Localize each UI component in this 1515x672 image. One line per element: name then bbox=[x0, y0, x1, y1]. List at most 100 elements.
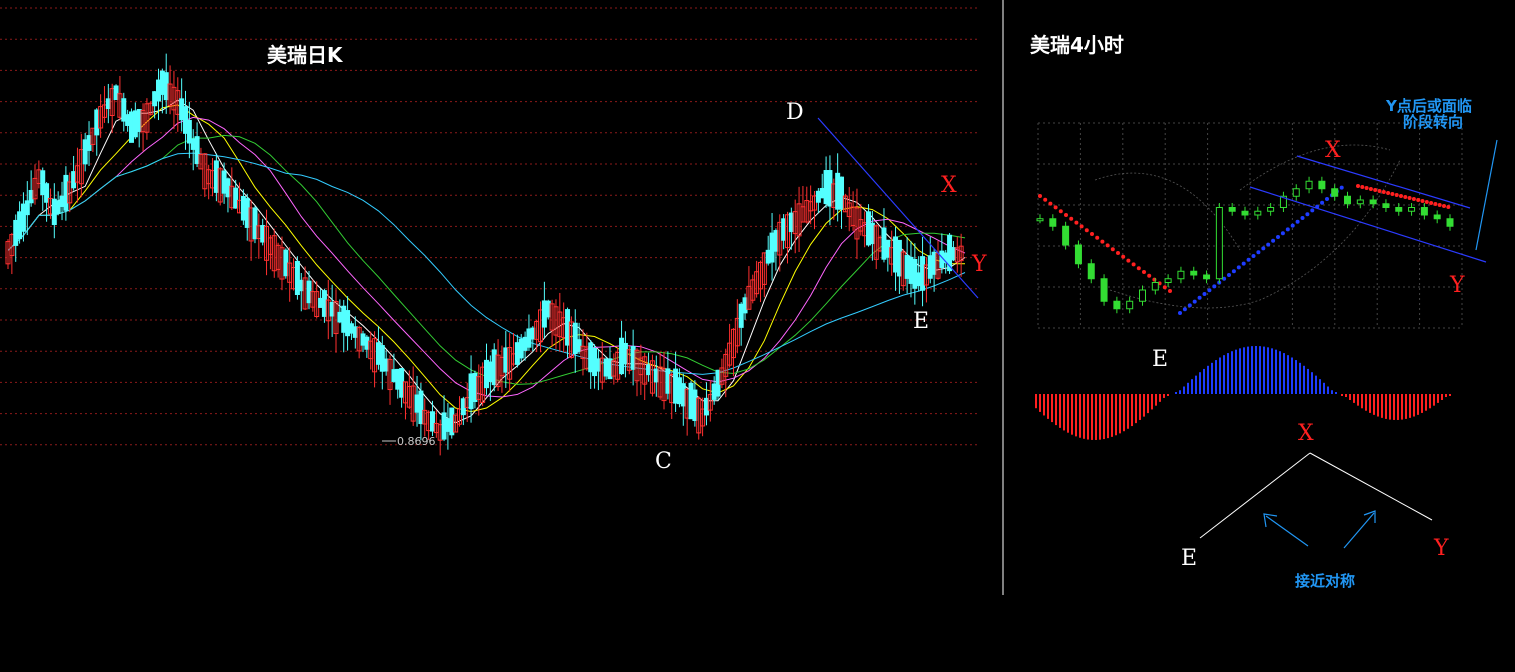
sar-dot-blue bbox=[1207, 288, 1212, 293]
candle-body bbox=[1292, 188, 1300, 197]
candle-body bbox=[1126, 300, 1134, 310]
sar-dot-blue bbox=[1197, 295, 1202, 300]
sar-dot-blue bbox=[1266, 242, 1271, 247]
sar-dot-red bbox=[1381, 190, 1386, 194]
sar-dot-red bbox=[1442, 204, 1446, 208]
sar-dot-red bbox=[1377, 189, 1382, 193]
sar-dot-red bbox=[1446, 205, 1451, 209]
point-label-e-right: E bbox=[1152, 347, 1168, 372]
right-candles bbox=[1036, 176, 1454, 314]
candle-body bbox=[1356, 199, 1364, 205]
sar-dot-red bbox=[1043, 197, 1048, 202]
note-line-2: 阶段转向 bbox=[1403, 113, 1463, 131]
sar-dot-red bbox=[1356, 184, 1360, 188]
sar-dot-red bbox=[1038, 194, 1042, 198]
candle-body bbox=[1215, 207, 1223, 280]
sar-dot-red bbox=[1116, 251, 1120, 255]
sar-dot-red bbox=[1110, 247, 1115, 252]
candle-body bbox=[1305, 180, 1313, 190]
right-chart-title: 美瑞4小时 bbox=[1030, 33, 1124, 57]
sar-dot-red bbox=[1105, 243, 1110, 248]
candle-body bbox=[1074, 244, 1082, 265]
sar-dot-red bbox=[1364, 186, 1369, 190]
candle-body bbox=[1408, 207, 1416, 212]
candle-body bbox=[1331, 188, 1339, 197]
sar-dot-red bbox=[1416, 198, 1421, 202]
sar-dot-blue bbox=[1261, 246, 1266, 251]
sar-dot-blue bbox=[1325, 197, 1329, 201]
sar-dot-red bbox=[1360, 185, 1365, 189]
sar-dot-red bbox=[1064, 213, 1068, 217]
moving-average-line bbox=[7, 152, 966, 375]
candle-body bbox=[1420, 207, 1428, 216]
sar-dot-red bbox=[1048, 201, 1053, 206]
sar-dot-blue bbox=[1271, 238, 1276, 243]
left-chart-title: 美瑞日K bbox=[267, 43, 344, 67]
candle-body bbox=[1062, 225, 1070, 246]
sar-dot-blue bbox=[1182, 307, 1187, 312]
sar-dot-red bbox=[1131, 262, 1136, 267]
diagram-label-e: E bbox=[1181, 546, 1197, 571]
candle-body bbox=[1164, 278, 1172, 283]
diagram-label-y: Y bbox=[1433, 536, 1449, 561]
candle-body bbox=[1203, 274, 1211, 280]
sar-dot-blue bbox=[1192, 299, 1197, 304]
diagram-arrowhead-right bbox=[1363, 510, 1376, 523]
sar-dot-blue bbox=[1276, 235, 1280, 239]
candle-body bbox=[1087, 263, 1095, 280]
sar-dot-blue bbox=[1187, 303, 1192, 308]
sar-dot-red bbox=[1394, 193, 1399, 197]
point-label-y-right: Y bbox=[1449, 273, 1465, 298]
sar-dot-red bbox=[1390, 192, 1395, 196]
sar-dot-red bbox=[1147, 273, 1152, 278]
turn-line bbox=[1475, 139, 1498, 251]
candle-body bbox=[1433, 214, 1441, 220]
point-label-e-left: E bbox=[913, 309, 929, 334]
sar-dot-red bbox=[1058, 209, 1063, 214]
sar-dot-blue bbox=[1310, 208, 1315, 213]
sar-dot-red bbox=[1121, 254, 1126, 259]
candle-body bbox=[1254, 210, 1262, 216]
sar-dot-red bbox=[1100, 239, 1105, 244]
sar-dot-blue bbox=[1246, 257, 1251, 262]
sar-dot-red bbox=[1399, 194, 1403, 198]
left-candles bbox=[5, 53, 964, 456]
sar-dot-blue bbox=[1280, 231, 1285, 236]
sar-dot-red bbox=[1368, 187, 1373, 191]
sar-dot-red bbox=[1079, 224, 1084, 229]
sar-dot-red bbox=[1126, 258, 1131, 263]
sar-dot-red bbox=[1162, 285, 1167, 290]
candle-body bbox=[1382, 203, 1390, 208]
sar-dot-blue bbox=[1256, 250, 1261, 255]
point-label-c: C bbox=[655, 449, 672, 474]
diagram-caption: 接近对称 bbox=[1295, 572, 1355, 590]
candle-body bbox=[1036, 218, 1044, 222]
candle-body bbox=[1139, 289, 1146, 302]
right-arc-3 bbox=[1239, 144, 1391, 191]
sar-dot-red bbox=[1411, 197, 1416, 201]
sar-dot-blue bbox=[1231, 269, 1236, 274]
sar-dot-red bbox=[1437, 203, 1442, 207]
right-histogram bbox=[1035, 346, 1451, 440]
sar-dot-red bbox=[1142, 270, 1146, 274]
candle-body bbox=[1049, 218, 1057, 227]
sar-dot-red bbox=[1386, 191, 1391, 195]
sar-dot-blue bbox=[1295, 219, 1300, 224]
sar-dot-blue bbox=[1227, 273, 1231, 277]
low-price-label: 0.8696 bbox=[397, 435, 436, 448]
sar-dot-red bbox=[1095, 235, 1100, 240]
sar-dot-blue bbox=[1320, 200, 1325, 205]
chart-canvas: 0.8696 美瑞日K D X Y E C 美瑞4小时 X E Y Y点后或面临… bbox=[0, 0, 1515, 672]
candle-body bbox=[1113, 300, 1121, 310]
sar-dot-blue bbox=[1290, 223, 1295, 228]
diagram-label-x: X bbox=[1298, 421, 1314, 446]
candle-body bbox=[1241, 210, 1249, 216]
diagram-arrow-left bbox=[1265, 515, 1309, 547]
diagram-arrow-right bbox=[1343, 512, 1375, 549]
candle-body bbox=[1177, 270, 1185, 280]
candle-body bbox=[1190, 270, 1198, 276]
sar-dot-blue bbox=[1300, 216, 1305, 220]
sar-dot-red bbox=[1403, 195, 1408, 199]
candle-body bbox=[1344, 195, 1351, 205]
chart-svg: 0.8696 美瑞日K D X Y E C 美瑞4小时 X E Y Y点后或面临… bbox=[0, 0, 1498, 595]
